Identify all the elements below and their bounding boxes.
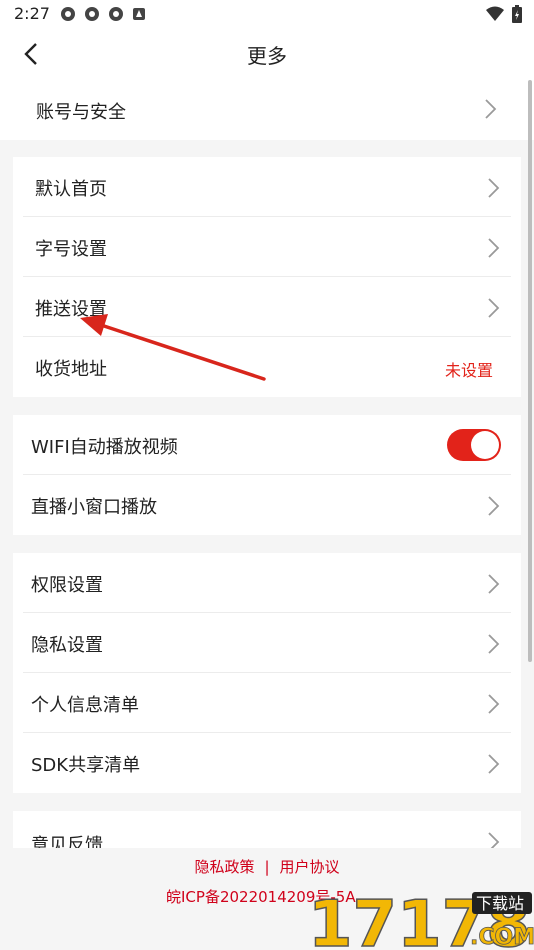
general-settings-card: 默认首页 字号设置 推送设置 收货地址 未设置	[13, 157, 521, 397]
account-security-item[interactable]: 账号与安全	[0, 78, 534, 138]
notification-icon	[85, 7, 99, 21]
status-bar: 2:27	[0, 0, 534, 30]
push-settings-item[interactable]: 推送设置	[13, 277, 521, 337]
watermark-tag: 下载站	[476, 894, 524, 913]
personal-info-list-item[interactable]: 个人信息清单	[13, 673, 521, 733]
privacy-settings-item[interactable]: 隐私设置	[13, 613, 521, 673]
chevron-right-icon	[488, 238, 500, 258]
font-size-item[interactable]: 字号设置	[13, 217, 521, 277]
footer-separator: |	[264, 858, 270, 876]
pip-playback-item[interactable]: 直播小窗口播放	[13, 475, 521, 535]
toggle-knob	[471, 431, 499, 459]
chevron-right-icon	[488, 634, 500, 654]
row-label: 账号与安全	[36, 102, 126, 123]
chevron-right-icon	[488, 694, 500, 714]
status-time: 2:27	[14, 4, 50, 23]
row-label: 隐私设置	[31, 635, 103, 656]
scrollbar[interactable]	[528, 80, 532, 662]
row-label: 字号设置	[35, 239, 107, 260]
privacy-settings-card: 权限设置 隐私设置 个人信息清单 SDK共享清单	[13, 553, 521, 793]
wifi-autoplay-toggle[interactable]	[447, 429, 501, 461]
wifi-autoplay-item: WIFI自动播放视频	[13, 415, 521, 475]
page-title: 更多	[247, 44, 287, 68]
chevron-right-icon	[488, 832, 500, 848]
chevron-right-icon	[488, 298, 500, 318]
wifi-icon	[486, 6, 504, 21]
notification-icon	[109, 7, 123, 21]
row-label: 个人信息清单	[31, 695, 139, 716]
settings-list[interactable]: 账号与安全 默认首页 字号设置 推送设置 收货地址 未设置 WIFI自动播放视频	[0, 78, 534, 848]
chevron-right-icon	[485, 99, 497, 119]
address-status-value: 未设置	[444, 361, 493, 380]
row-label: WIFI自动播放视频	[31, 437, 178, 458]
sdk-sharing-list-item[interactable]: SDK共享清单	[13, 733, 521, 793]
chevron-right-icon	[488, 754, 500, 774]
chevron-right-icon	[488, 574, 500, 594]
status-notification-icons	[60, 6, 146, 22]
footer-links: 隐私政策 | 用户协议	[0, 856, 534, 877]
chevron-right-icon	[488, 496, 500, 516]
feedback-card: 意见反馈	[13, 811, 521, 848]
row-label: 权限设置	[31, 575, 103, 596]
row-label: 收货地址	[35, 359, 107, 380]
account-card: 账号与安全	[0, 78, 534, 140]
permission-settings-item[interactable]: 权限设置	[13, 553, 521, 613]
watermark-domain: .COM	[470, 925, 534, 950]
battery-icon	[512, 5, 522, 23]
notification-icon	[61, 7, 75, 21]
site-watermark: 17178 下载站 .COM	[307, 887, 534, 950]
app-bar: 更多	[0, 30, 534, 78]
chevron-right-icon	[488, 178, 500, 198]
privacy-policy-link[interactable]: 隐私政策	[194, 858, 254, 876]
row-label: 默认首页	[35, 179, 107, 200]
default-home-item[interactable]: 默认首页	[13, 157, 521, 217]
video-settings-card: WIFI自动播放视频 直播小窗口播放	[13, 415, 521, 535]
status-system-icons	[486, 5, 522, 23]
shipping-address-item[interactable]: 收货地址 未设置	[13, 337, 521, 397]
user-agreement-link[interactable]: 用户协议	[280, 858, 340, 876]
feedback-item[interactable]: 意见反馈	[13, 811, 521, 848]
row-label: 推送设置	[35, 299, 107, 320]
row-label: 直播小窗口播放	[31, 497, 157, 518]
app-icon	[133, 8, 145, 20]
row-label: SDK共享清单	[31, 755, 141, 776]
row-label: 意见反馈	[31, 835, 103, 848]
